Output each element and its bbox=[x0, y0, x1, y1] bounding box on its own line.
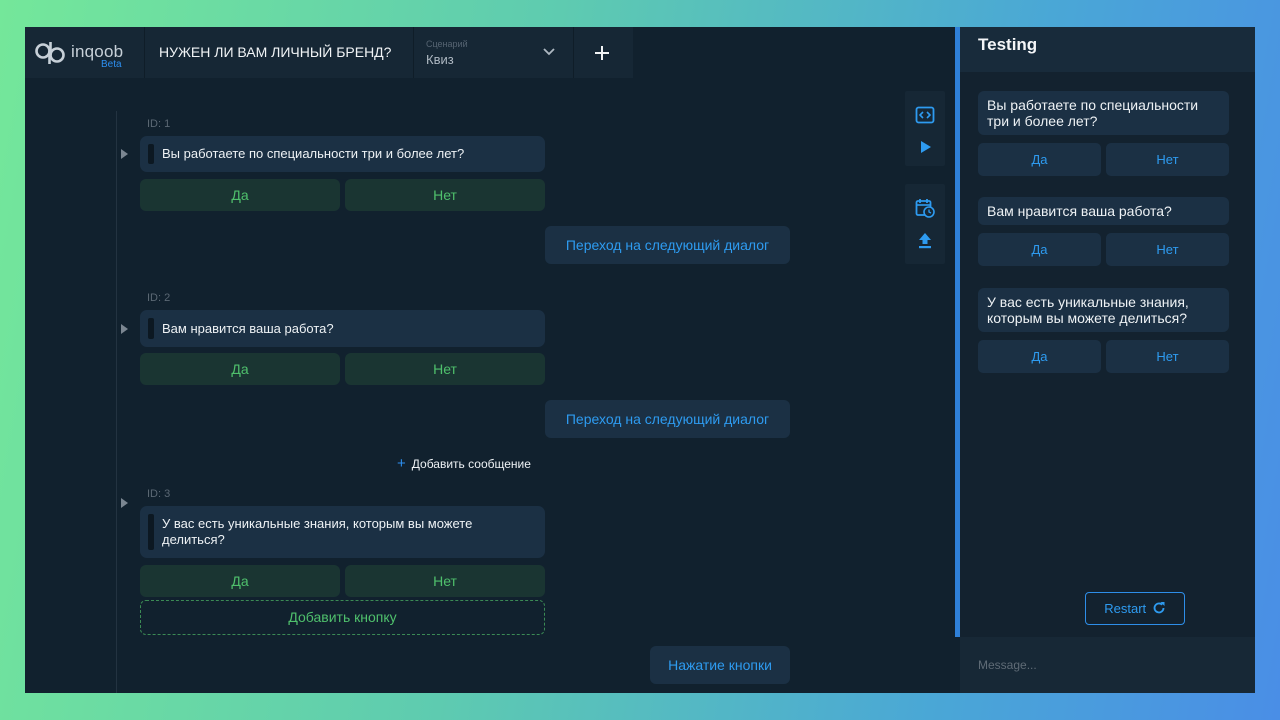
testing-panel: Testing Вы работаете по специальности тр… bbox=[960, 27, 1255, 693]
play-icon[interactable] bbox=[915, 139, 935, 155]
dialog-id: ID: 2 bbox=[147, 292, 171, 304]
choice-button[interactable]: Да bbox=[140, 565, 340, 597]
test-choice-button[interactable]: Да bbox=[978, 340, 1101, 373]
testing-title: Testing bbox=[978, 35, 1038, 54]
test-choice-button[interactable]: Нет bbox=[1106, 143, 1229, 176]
dialog-message-text: У вас есть уникальные знания, которым вы… bbox=[162, 516, 473, 547]
drag-handle[interactable] bbox=[148, 144, 154, 164]
choice-button[interactable]: Нет bbox=[345, 353, 545, 385]
restart-label: Restart bbox=[1104, 601, 1147, 616]
test-message: Вам нравится ваша работа? bbox=[978, 197, 1229, 225]
header: inqoob Beta НУЖЕН ЛИ ВАМ ЛИЧНЫЙ БРЕНД? С… bbox=[25, 27, 633, 78]
dialog-message[interactable]: Вам нравится ваша работа? bbox=[140, 310, 545, 347]
transition-action[interactable]: Переход на следующий диалог bbox=[545, 400, 790, 438]
plus-icon bbox=[595, 46, 609, 60]
project-title[interactable]: НУЖЕН ЛИ ВАМ ЛИЧНЫЙ БРЕНД? bbox=[145, 27, 413, 78]
scenario-select[interactable]: Сценарий Квиз bbox=[413, 27, 573, 78]
logo[interactable]: inqoob Beta bbox=[25, 27, 145, 78]
add-button[interactable]: Добавить кнопку bbox=[140, 600, 545, 635]
collapse-triangle-icon[interactable] bbox=[121, 324, 128, 334]
dialog-message[interactable]: У вас есть уникальные знания, которым вы… bbox=[140, 506, 545, 558]
app-window: inqoob Beta НУЖЕН ЛИ ВАМ ЛИЧНЫЙ БРЕНД? С… bbox=[25, 27, 1255, 693]
flow-line bbox=[116, 111, 117, 693]
drag-handle[interactable] bbox=[148, 514, 154, 550]
dialog-message[interactable]: Вы работаете по специальности три и боле… bbox=[140, 136, 545, 172]
add-message-label: Добавить сообщение bbox=[411, 457, 531, 471]
beta-badge: Beta bbox=[101, 59, 122, 70]
testing-header: Testing bbox=[960, 27, 1255, 72]
dialog-id: ID: 1 bbox=[147, 118, 171, 130]
code-icon[interactable] bbox=[915, 105, 935, 125]
chevron-down-icon bbox=[543, 48, 555, 56]
plus-icon: + bbox=[397, 455, 406, 472]
choice-button[interactable]: Да bbox=[140, 353, 340, 385]
upload-icon[interactable] bbox=[915, 232, 935, 250]
refresh-icon bbox=[1153, 602, 1165, 614]
toolbar-bottom bbox=[905, 184, 945, 264]
toolbar-top bbox=[905, 91, 945, 166]
test-message: Вы работаете по специальности три и боле… bbox=[978, 91, 1229, 135]
dialog-message-text: Вы работаете по специальности три и боле… bbox=[162, 146, 465, 161]
choice-button[interactable]: Нет bbox=[345, 565, 545, 597]
message-input[interactable] bbox=[960, 637, 1255, 693]
logo-mark-icon bbox=[35, 42, 65, 64]
transition-action[interactable]: Переход на следующий диалог bbox=[545, 226, 790, 264]
dialog-id: ID: 3 bbox=[147, 488, 171, 500]
dialog-message-text: Вам нравится ваша работа? bbox=[162, 321, 334, 336]
scenario-caption: Сценарий bbox=[426, 39, 468, 49]
calendar-clock-icon[interactable] bbox=[915, 198, 935, 218]
add-message-button[interactable]: + Добавить сообщение bbox=[397, 455, 531, 472]
collapse-triangle-icon[interactable] bbox=[121, 149, 128, 159]
scenario-value: Квиз bbox=[426, 52, 454, 67]
test-choice-button[interactable]: Нет bbox=[1106, 233, 1229, 266]
choice-button[interactable]: Нет bbox=[345, 179, 545, 211]
test-choice-button[interactable]: Нет bbox=[1106, 340, 1229, 373]
test-choice-button[interactable]: Да bbox=[978, 233, 1101, 266]
transition-action[interactable]: Нажатие кнопки bbox=[650, 646, 790, 684]
drag-handle[interactable] bbox=[148, 318, 154, 339]
restart-button[interactable]: Restart bbox=[1085, 592, 1185, 625]
test-choice-button[interactable]: Да bbox=[978, 143, 1101, 176]
choice-button[interactable]: Да bbox=[140, 179, 340, 211]
collapse-triangle-icon[interactable] bbox=[121, 498, 128, 508]
test-message: У вас есть уникальные знания, которым вы… bbox=[978, 288, 1229, 332]
add-scenario-button[interactable] bbox=[573, 27, 631, 78]
